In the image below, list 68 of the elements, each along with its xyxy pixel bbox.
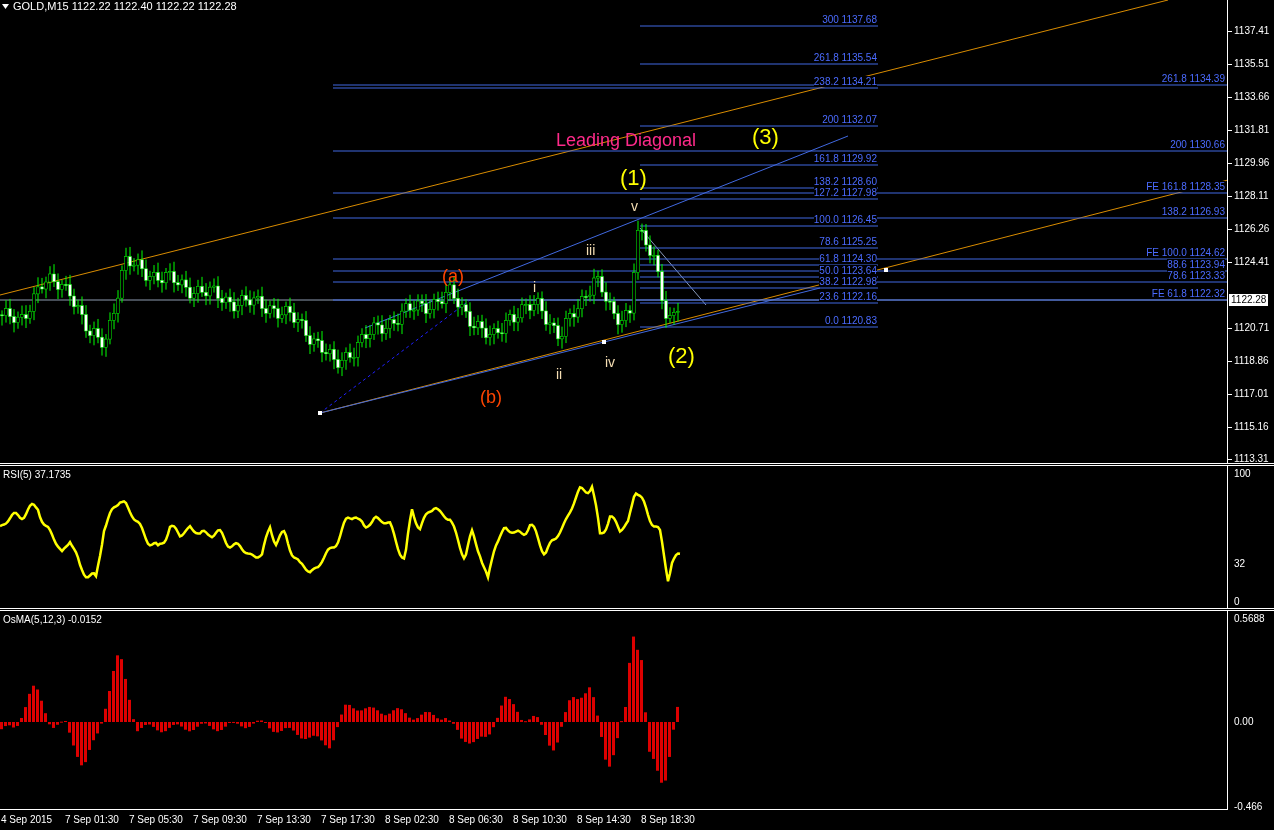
osma-axis-label: -0.466 [1234,801,1263,813]
price-axis-label: 1113.31 [1234,453,1269,465]
rsi-title: RSI(5) 37.1735 [3,469,71,480]
time-axis-label: 8 Sep 18:30 [641,814,695,825]
fibonacci-level-label: 261.8 1135.54 [813,52,877,63]
osma-axis-label: 0.00 [1234,716,1254,728]
price-axis-label: 1137.41 [1234,25,1270,37]
fibonacci-level-label: 23.6 1122.16 [819,291,877,302]
extension-level-label: 78.6 1123.33 [1167,270,1225,281]
price-axis-label: 1128.11 [1234,190,1269,202]
extension-level-label: FE 100.0 1124.62 [1146,247,1225,258]
wave-label: iii [586,243,596,257]
time-axis-label: 8 Sep 14:30 [577,814,631,825]
wave-label: (1) [620,167,647,189]
wave-label: i [533,280,537,294]
wave-label: ii [556,367,563,381]
rsi-axis-label: 0 [1234,596,1240,608]
wave-label: iv [605,355,616,369]
time-axis-label: 8 Sep 10:30 [513,814,567,825]
time-axis-label: 7 Sep 09:30 [193,814,247,825]
wave-label: Leading Diagonal [556,131,697,149]
osma-title: OsMA(5,12,3) -0.0152 [3,614,102,625]
extension-level-label: 88.6 1123.94 [1167,259,1225,270]
wave-label: v [631,199,638,213]
fibonacci-level-label: 100.0 1126.45 [813,214,877,225]
time-axis-label: 7 Sep 17:30 [321,814,375,825]
price-axis-label: 1124.41 [1234,256,1270,268]
fibonacci-level-label: 78.6 1125.25 [819,236,877,247]
fibonacci-level-label: 0.0 1120.83 [824,315,877,326]
rsi-axis-label: 32 [1234,558,1246,570]
extension-level-label: FE 61.8 1122.32 [1151,288,1225,299]
extension-level-label: FE 161.8 1128.35 [1146,181,1225,192]
price-axis-label: 1129.96 [1234,157,1270,169]
fibonacci-level-label: 50.0 1123.64 [819,265,877,276]
time-axis-label: 4 Sep 2015 [1,814,53,825]
extension-level-label: 138.2 1126.93 [1161,206,1225,217]
price-axis-label: 1126.26 [1234,223,1270,235]
price-axis-label: 1135.51 [1234,58,1270,70]
time-axis-label: 8 Sep 06:30 [449,814,503,825]
time-axis-label: 8 Sep 02:30 [385,814,439,825]
triangle-icon [2,3,9,9]
osma-axis-label: 0.5688 [1234,613,1265,625]
extension-level-label: 261.8 1134.39 [1161,73,1225,84]
price-axis-label: 1118.86 [1234,355,1269,367]
fibonacci-level-label: 138.2 1128.60 [813,176,877,187]
fibonacci-level-label: 200 1132.07 [822,114,877,125]
extension-level-label: 200 1130.66 [1170,139,1225,150]
wave-label: (2) [668,345,695,367]
fibonacci-level-label: 61.8 1124.30 [819,253,877,264]
symbol-quote: GOLD,M15 1122.22 1122.40 1122.22 1122.28 [13,0,237,12]
current-price-label: 1122.28 [1229,294,1269,306]
rsi-axis-label: 100 [1234,468,1251,480]
time-axis-label: 7 Sep 13:30 [257,814,311,825]
wave-label: (b) [480,388,502,406]
fibonacci-level-label: 161.8 1129.92 [813,153,877,164]
price-axis-label: 1115.16 [1234,421,1269,433]
price-axis-label: 1133.66 [1234,91,1270,103]
fibonacci-level-label: 127.2 1127.98 [813,187,877,198]
price-axis-label: 1120.71 [1234,322,1270,334]
wave-label: (a) [442,267,464,285]
fibonacci-level-label: 300 1137.68 [822,14,877,25]
wave-label: (3) [752,126,779,148]
price-axis-label: 1117.01 [1234,388,1269,400]
fibonacci-level-label: 238.2 1134.21 [813,76,877,87]
price-axis-label: 1131.81 [1234,124,1270,136]
time-axis-label: 7 Sep 01:30 [65,814,119,825]
time-axis-label: 7 Sep 05:30 [129,814,183,825]
fibonacci-level-label: 38.2 1122.98 [819,276,877,287]
